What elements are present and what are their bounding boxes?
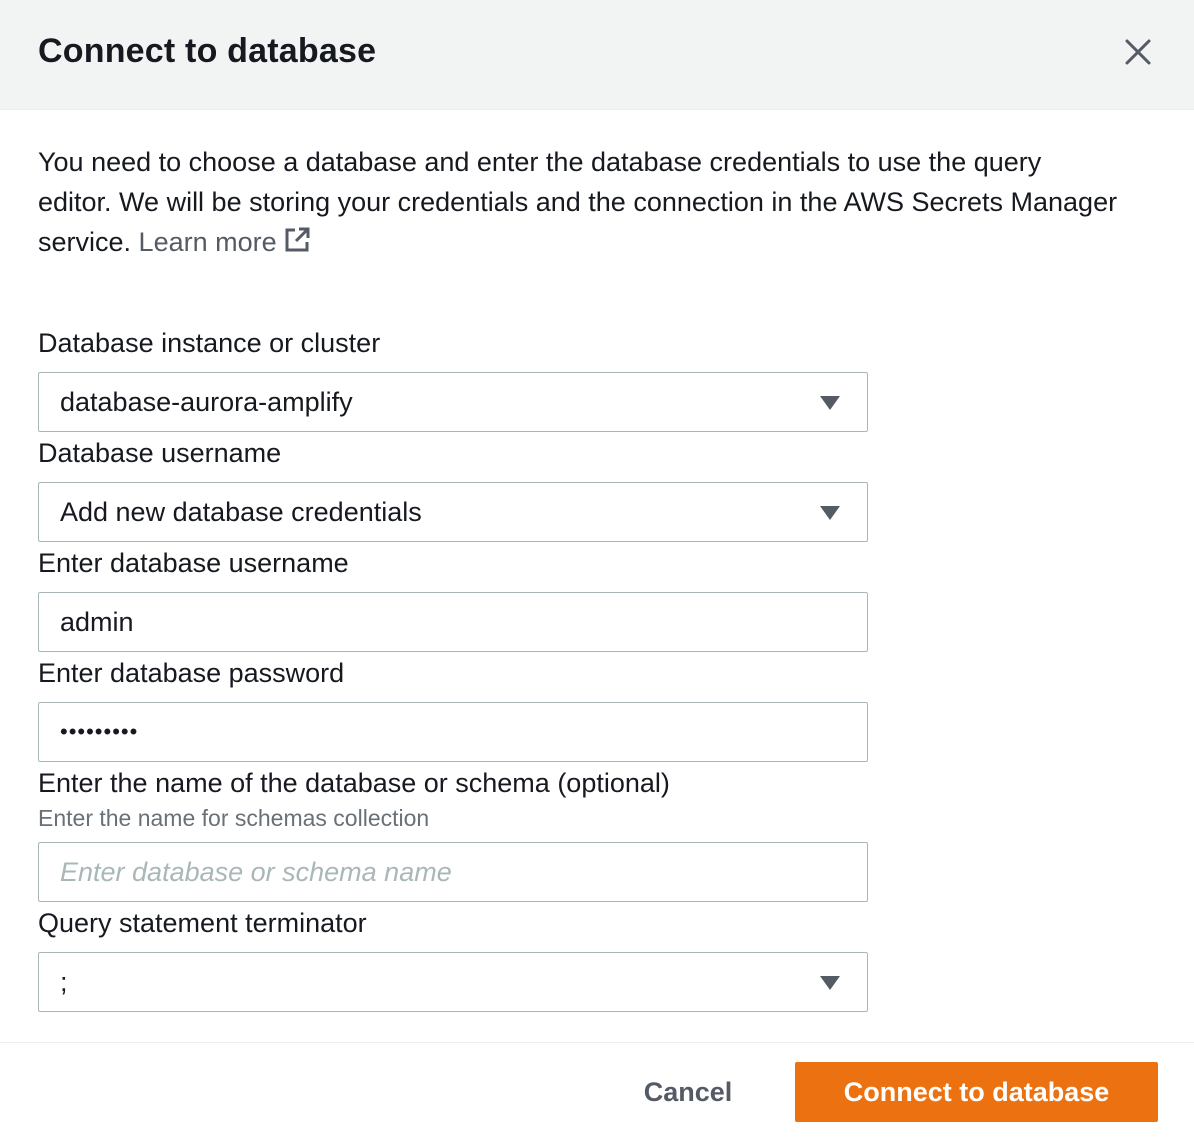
connect-button[interactable]: Connect to database [795, 1062, 1158, 1122]
dialog-description: You need to choose a database and enter … [38, 142, 1118, 262]
caret-down-icon [820, 506, 840, 520]
username-input-value: admin [60, 606, 134, 637]
password-input-value: ••••••••• [60, 719, 139, 744]
caret-down-icon [820, 396, 840, 410]
instance-value: database-aurora-amplify [60, 386, 353, 417]
schema-input-placeholder: Enter database or schema name [60, 856, 452, 887]
close-button[interactable] [1118, 32, 1158, 72]
close-icon [1125, 39, 1151, 65]
cancel-button[interactable]: Cancel [620, 1062, 756, 1122]
learn-more-link[interactable]: Learn more [139, 227, 311, 257]
username-select-label: Database username [38, 438, 282, 468]
dialog-header: Connect to database [0, 0, 1194, 110]
username-input-label: Enter database username [38, 548, 349, 578]
schema-input-label: Enter the name of the database or schema… [38, 768, 670, 798]
password-input-label: Enter database password [38, 658, 345, 688]
dialog-title: Connect to database [38, 32, 377, 70]
schema-input-description: Enter the name for schemas collection [38, 805, 430, 831]
terminator-select[interactable]: ; [38, 952, 868, 1012]
password-input[interactable]: ••••••••• [38, 702, 868, 762]
external-link-icon [285, 227, 310, 252]
schema-input[interactable]: Enter database or schema name [38, 842, 868, 902]
footer-divider [0, 1042, 1194, 1043]
learn-more-label: Learn more [138, 227, 277, 257]
terminator-value: ; [60, 966, 68, 997]
username-select[interactable]: Add new database credentials [38, 482, 868, 542]
username-select-value: Add new database credentials [60, 496, 422, 527]
username-input[interactable]: admin [38, 592, 868, 652]
terminator-label: Query statement terminator [38, 908, 367, 938]
caret-down-icon [820, 976, 840, 990]
instance-label: Database instance or cluster [38, 328, 381, 358]
instance-select[interactable]: database-aurora-amplify [38, 372, 868, 432]
